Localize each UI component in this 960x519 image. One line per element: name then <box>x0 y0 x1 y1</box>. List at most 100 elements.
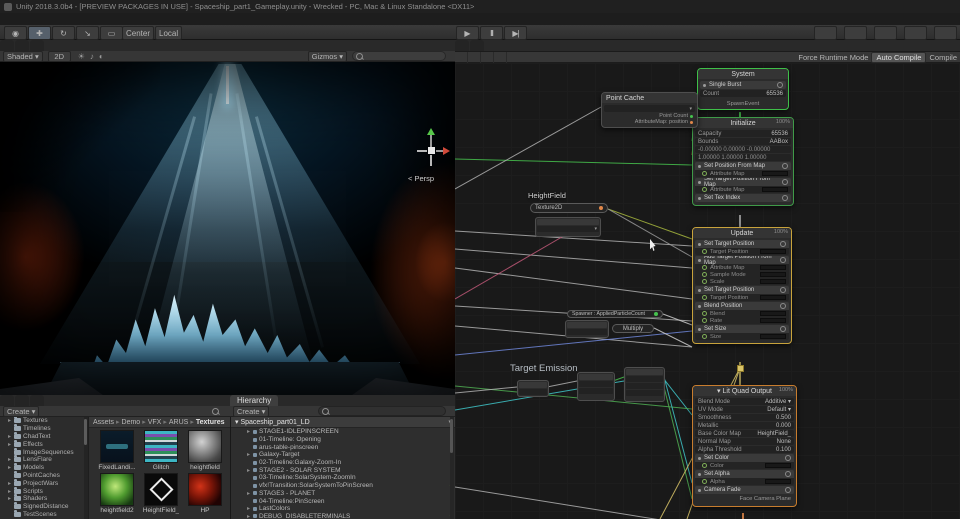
node-title[interactable]: ▾ Lit Quad Output 100% <box>693 386 796 396</box>
block-input-row[interactable]: Attribute Map <box>695 170 791 177</box>
toolbar-dropdown-button[interactable] <box>934 26 957 40</box>
vector-values[interactable]: 1.00000 1.00000 1.00000 <box>698 155 766 161</box>
block-header[interactable]: Set Color <box>695 454 794 462</box>
hierarchy-scroll-thumb[interactable] <box>450 419 453 453</box>
gizmo-y-cone[interactable] <box>427 128 435 135</box>
folder-row[interactable]: ▸ ChadText <box>0 433 88 441</box>
block-input-row[interactable]: Scale <box>695 278 789 285</box>
vfx-block[interactable]: Set Alpha Alpha <box>695 470 794 485</box>
block-enable-dot[interactable] <box>698 328 701 331</box>
output-port-dot[interactable] <box>690 121 693 124</box>
input-field[interactable] <box>762 171 788 176</box>
scene-search-input[interactable] <box>352 51 446 61</box>
project-panel-tab[interactable] <box>30 395 44 406</box>
input-port-dot[interactable] <box>702 249 707 254</box>
property-value[interactable]: 0.500 <box>776 415 791 421</box>
folder-row[interactable]: ▸ Effects <box>0 440 88 448</box>
vfx-block[interactable]: Set Tex Index <box>695 194 791 202</box>
block-header[interactable]: Set Target Position <box>695 240 789 248</box>
block-toggle-icon[interactable] <box>782 179 788 185</box>
block-enable-dot[interactable] <box>698 259 701 262</box>
vfx-node-initialize[interactable]: Initialize 100% Capacity 65536 Bounds AA… <box>692 117 794 206</box>
sticky-note-label[interactable]: Target Emission <box>510 363 578 374</box>
input-field[interactable] <box>760 295 786 300</box>
input-port-dot[interactable] <box>702 318 707 323</box>
block-input-row[interactable]: Alpha <box>695 478 794 485</box>
mini-node-dropdown[interactable]: ▾ <box>537 226 599 232</box>
block-toggle-icon[interactable] <box>785 455 791 461</box>
input-field[interactable] <box>760 318 786 323</box>
asset-item[interactable]: Glitch <box>139 430 183 471</box>
project-panel-tab[interactable] <box>15 395 29 406</box>
block-enable-dot[interactable] <box>698 489 701 492</box>
operator-mini-node[interactable] <box>577 372 615 401</box>
folder-row[interactable]: ▸ Models <box>0 464 88 472</box>
vfx-toolbar-item[interactable] <box>455 52 468 63</box>
block-header[interactable]: Set Target Position <box>695 286 789 294</box>
block-enable-dot[interactable] <box>698 289 701 292</box>
hierarchy-row[interactable]: 02-Timeline:Galaxy-Zoom-In <box>231 459 456 467</box>
operator-mini-node[interactable] <box>624 367 665 402</box>
vfx-block[interactable]: Set Target Position Target Position <box>695 240 789 255</box>
hand-tool-button[interactable] <box>4 26 27 40</box>
rect-tool-button[interactable] <box>100 26 123 40</box>
block-toggle-icon[interactable] <box>780 241 786 247</box>
sampler-mini-node[interactable]: ▾ <box>535 217 601 237</box>
block-enable-dot[interactable] <box>698 305 701 308</box>
property-row[interactable]: Alpha Threshold 0.100 <box>695 446 794 453</box>
parameter-node-heightfield[interactable]: Texture2D <box>530 203 608 213</box>
hierarchy-row[interactable]: ▸ DEBUG_DISABLETERMINALS ● <box>231 513 456 519</box>
vfx-graph-canvas[interactable]: System Single Burst Count 65536 SpawnEve… <box>455 63 960 519</box>
hierarchy-row[interactable]: 04-Timeline:PinScreen <box>231 497 456 505</box>
gizmos-dropdown[interactable]: Gizmos ▾ <box>308 51 347 62</box>
asset-thumbnail[interactable] <box>100 473 134 506</box>
operator-mini-node[interactable] <box>517 380 549 397</box>
property-row[interactable]: Blend Mode Additive ▾ <box>695 398 794 405</box>
project-create-dropdown[interactable]: Create ▾ <box>3 406 39 417</box>
property-value[interactable]: 0.000 <box>776 423 791 429</box>
asset-item[interactable]: heightfield <box>183 430 227 471</box>
hierarchy-row[interactable]: ▸ LastColors <box>231 505 456 513</box>
node-title[interactable]: Point Cache <box>602 93 697 103</box>
breadcrumb-segment[interactable]: Textures <box>196 419 229 426</box>
property-value[interactable]: HeightField_ <box>757 431 791 437</box>
property-value[interactable]: 65536 <box>771 131 788 137</box>
breadcrumb-label[interactable]: Demo <box>122 419 141 426</box>
block-toggle-icon[interactable] <box>780 287 786 293</box>
vfx-editor-tab[interactable] <box>470 40 484 51</box>
input-port-dot[interactable] <box>702 479 707 484</box>
block-header[interactable]: Add Target Position From Map <box>695 256 789 264</box>
toolbar-dropdown-button[interactable] <box>814 26 837 40</box>
output-port-dot[interactable] <box>599 206 603 210</box>
input-port-dot[interactable] <box>702 171 707 176</box>
block-input-row[interactable]: Target Position <box>695 248 789 255</box>
block-input-row[interactable]: Attribute Map <box>695 186 791 193</box>
project-panel-tab[interactable] <box>0 395 14 406</box>
input-field[interactable] <box>762 187 788 192</box>
block-input-row[interactable]: Blend <box>695 310 789 317</box>
pivot-toggle-button[interactable]: Center <box>122 26 154 40</box>
property-row[interactable]: Capacity 65536 <box>695 130 791 137</box>
property-value[interactable]: 65536 <box>766 91 783 97</box>
input-field[interactable] <box>760 279 786 284</box>
block-toggle-icon[interactable] <box>782 163 788 169</box>
vfx-block[interactable]: Blend Position Blend Rate <box>695 302 789 324</box>
gizmo-center-cube[interactable] <box>428 147 435 154</box>
input-field[interactable] <box>760 265 786 270</box>
folder-row[interactable]: SignedDistance <box>0 503 88 511</box>
vfx-block[interactable]: Add Target Position From Map Attribute M… <box>695 256 789 285</box>
asset-thumbnail[interactable] <box>144 473 178 506</box>
property-row[interactable]: Metallic 0.000 <box>695 422 794 429</box>
block-toggle-icon[interactable] <box>785 487 791 493</box>
input-port-dot[interactable] <box>702 272 707 277</box>
input-field[interactable] <box>760 249 786 254</box>
mini-node-row[interactable] <box>567 329 607 335</box>
hierarchy-create-dropdown[interactable]: Create ▾ <box>233 406 269 417</box>
block-input-row[interactable]: Attribute Map <box>695 264 789 271</box>
block-enable-dot[interactable] <box>698 473 701 476</box>
force-runtime-label[interactable]: Force Runtime Mode <box>798 53 868 62</box>
property-row[interactable]: Bounds AABox <box>695 138 791 145</box>
vfx-node-point-cache[interactable]: Point Cache ▾ Point Count AttributeMap: … <box>601 92 698 128</box>
asset-item[interactable]: FixedLandi... <box>95 430 139 471</box>
breadcrumb-segment[interactable]: Assets ▸ <box>93 418 122 426</box>
